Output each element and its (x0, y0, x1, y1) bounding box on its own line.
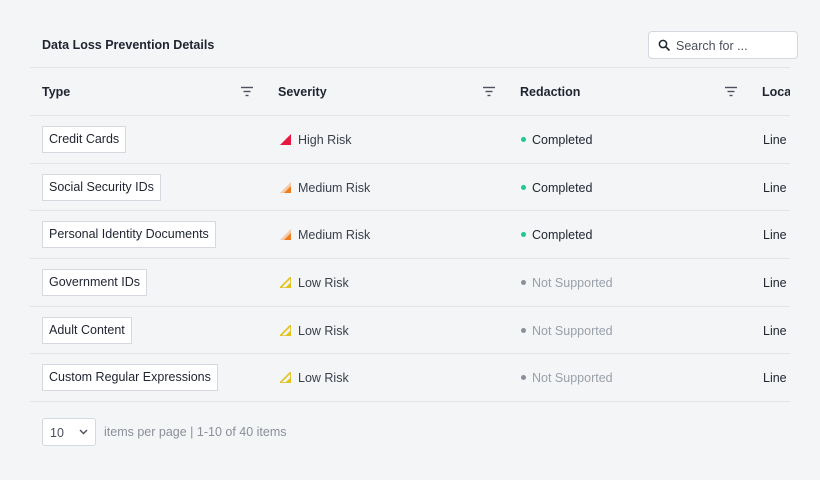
panel-header: Data Loss Prevention Details Search for … (30, 20, 798, 68)
location-value: Line C (763, 180, 790, 195)
column-header-severity[interactable]: Severity (278, 85, 327, 99)
severity-label: Low Risk (298, 276, 349, 291)
column-header-type[interactable]: Type (42, 85, 70, 99)
type-tag[interactable]: Government IDs (42, 269, 148, 297)
chevron-down-icon (79, 429, 88, 435)
severity-triangle-icon (280, 372, 291, 384)
table-row[interactable]: Custom Regular Expressions Low Risk Not Su… (30, 354, 790, 403)
redaction-status: Completed (532, 228, 593, 243)
redaction-status: Completed (532, 180, 593, 195)
severity-label: Medium Risk (298, 228, 371, 243)
table-row[interactable]: Personal Identity Documents Medium Risk Co… (30, 211, 790, 260)
status-dot (521, 137, 526, 142)
type-tag[interactable]: Social Security IDs (42, 173, 161, 201)
location-value: Line C (763, 371, 790, 386)
search-input[interactable]: Search for ... (676, 39, 748, 53)
status-dot (521, 232, 526, 238)
status-dot (521, 280, 526, 286)
type-tag[interactable]: Custom Regular Expressions (42, 364, 218, 392)
filter-icon[interactable] (240, 86, 254, 97)
redaction-status: Not Supported (532, 276, 613, 291)
type-tag[interactable]: Credit Cards (42, 126, 127, 153)
location-value: Line C (763, 276, 790, 291)
type-tag[interactable]: Adult Content (42, 316, 132, 344)
table-footer: 10 items per page | 1-10 of 40 items (30, 402, 790, 462)
location-value: Line C (763, 228, 790, 243)
filter-icon[interactable] (724, 86, 738, 97)
severity-triangle-icon (280, 229, 291, 241)
search-box[interactable]: Search for ... (648, 31, 798, 59)
column-header-redaction[interactable]: Redaction (520, 85, 580, 99)
page-size-value: 10 (50, 426, 64, 441)
status-dot (521, 184, 526, 190)
table-row[interactable]: Social Security IDs Medium Risk Completed L… (30, 164, 790, 212)
table-row[interactable]: Adult Content Low Risk Not Supported Line C (30, 307, 790, 355)
table-header: Type Severity Redaction Locat (30, 68, 790, 116)
severity-triangle-icon (280, 134, 291, 145)
pagination-info: items per page | 1-10 of 40 items (104, 425, 287, 440)
severity-label: Low Risk (298, 323, 349, 338)
search-icon (658, 39, 670, 51)
severity-triangle-icon (280, 181, 291, 193)
type-tag[interactable]: Personal Identity Documents (42, 221, 216, 249)
table-row[interactable]: Government IDs Low Risk Not Supported Line … (30, 259, 790, 307)
location-value: Line C (763, 323, 790, 338)
table-body: Credit CardsHigh RiskCompletedLine CSoci… (30, 116, 790, 403)
redaction-status: Not Supported (532, 323, 613, 338)
status-dot (521, 375, 526, 381)
location-value: Line C (763, 133, 790, 147)
page-title: Data Loss Prevention Details (42, 38, 215, 52)
column-header-location[interactable]: Locat (762, 85, 790, 99)
severity-label: Medium Risk (298, 180, 371, 195)
severity-triangle-icon (280, 277, 291, 289)
redaction-status: Not Supported (532, 371, 613, 386)
severity-label: High Risk (298, 133, 352, 147)
dlp-details-panel: Data Loss Prevention Details Search for … (30, 20, 798, 462)
status-dot (521, 327, 526, 333)
table-row[interactable]: Credit Cards High Risk Completed Line C (30, 116, 790, 164)
severity-triangle-icon (280, 324, 291, 336)
page-size-select[interactable]: 10 (42, 418, 96, 447)
filter-icon[interactable] (482, 86, 496, 97)
redaction-status: Completed (532, 133, 593, 147)
severity-label: Low Risk (298, 371, 349, 386)
